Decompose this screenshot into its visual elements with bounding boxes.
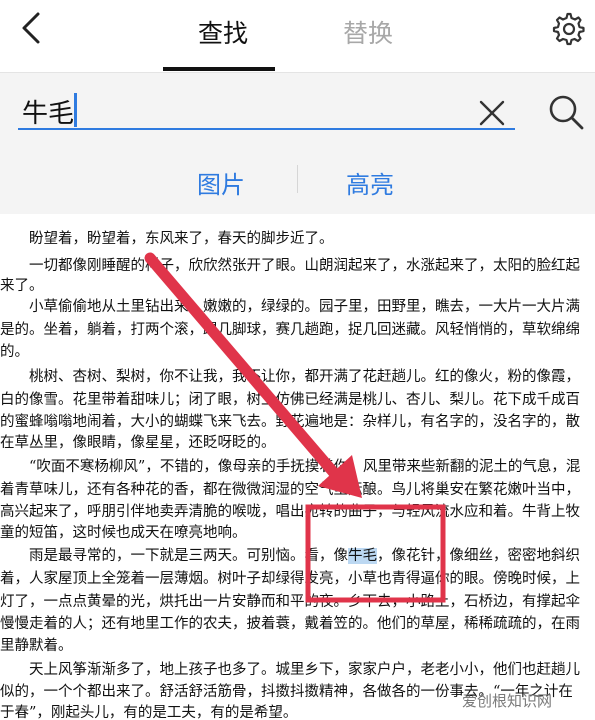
search-match-highlight: 牛毛 — [348, 548, 377, 564]
text-line: 的。 — [0, 344, 29, 360]
chevron-left-icon[interactable] — [14, 8, 48, 48]
active-tab-indicator — [163, 67, 275, 71]
close-icon[interactable] — [478, 99, 506, 127]
search-icon[interactable] — [547, 93, 585, 131]
tab-find[interactable]: 查找 — [198, 14, 248, 50]
text-line: 里静默着。 — [0, 638, 73, 654]
top-bar: 查找 替换 — [0, 0, 595, 72]
text-before-match: 雨是最寻常的，一下就是三两天。可别恼。看，像 — [0, 548, 348, 564]
tab-replace[interactable]: 替换 — [343, 14, 393, 50]
text-line: 在草丛里，像眼睛，像星星，还眨呀眨的。 — [0, 435, 276, 451]
watermark: 爱创根知识网 — [462, 692, 553, 710]
option-image-button[interactable]: 图片 — [197, 165, 245, 200]
option-divider — [297, 165, 298, 193]
document-body: 盼望着，盼望着，东风来了，春天的脚步近了。 一切都像刚睡醒的样子，欣欣然张开了眼… — [0, 214, 595, 720]
text-line: 盼望着，盼望着，东风来了，春天的脚步近了。 — [0, 231, 334, 247]
text-caret — [74, 93, 77, 127]
option-highlight-button[interactable]: 高亮 — [346, 165, 394, 200]
search-input-underline — [18, 128, 515, 130]
text-after-match: ，像花针，像细丝，密密地斜织 — [377, 548, 580, 564]
search-panel: 牛毛 图片 高亮 — [0, 72, 595, 215]
gear-icon[interactable] — [552, 12, 586, 46]
search-input[interactable]: 牛毛 — [22, 93, 74, 130]
